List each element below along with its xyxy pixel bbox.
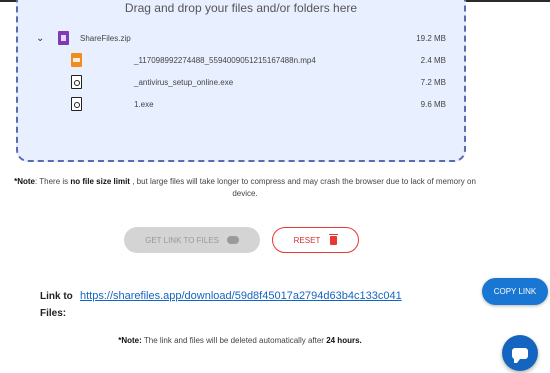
exe-file-icon [71,97,82,111]
get-link-button[interactable]: GET LINK TO FILES [124,227,260,253]
note2-bold: 24 hours. [326,336,362,345]
note-prefix: *Note [14,177,35,186]
chat-bubble-icon [512,347,528,363]
get-link-label: GET LINK TO FILES [145,235,219,245]
file-dropzone[interactable]: Drag and drop your files and/or folders … [16,0,466,162]
note-text2: , but large files will take longer to co… [129,177,476,198]
dropzone-prompt: Drag and drop your files and/or folders … [124,1,358,15]
file-size: 9.6 MB [420,100,446,109]
note2-text: The link and files will be deleted autom… [141,336,327,345]
file-name: 1.exe [134,100,154,109]
chevron-down-icon[interactable]: ⌄ [36,33,44,44]
copy-link-button[interactable]: COPY LINK [482,278,548,305]
reset-button[interactable]: RESET [272,227,359,253]
link-label-line2: Files: [40,308,67,319]
reset-label: RESET [293,235,321,245]
cloud-upload-icon [226,236,239,244]
zip-name: ShareFiles.zip [80,34,131,43]
trash-icon [329,233,339,245]
file-row[interactable]: 1.exe 9.6 MB [18,95,464,115]
file-name: _117098992274488_5594009051215167488n.mp… [134,56,316,65]
zip-file-icon [58,31,69,45]
file-row[interactable]: _117098992274488_5594009051215167488n.mp… [18,51,464,71]
file-size: 2.4 MB [420,56,446,65]
exe-file-icon [71,75,82,89]
note2-prefix: *Note: [118,336,142,345]
note-bold: no file size limit [70,177,130,186]
link-label: Link to Files: [40,289,73,322]
file-size: 7.2 MB [420,78,446,87]
file-row[interactable]: _antivirus_setup_online.exe 7.2 MB [18,73,464,93]
note-text1: : There is [34,177,71,186]
link-label-line1: Link to [40,291,73,302]
expiry-note: *Note: The link and files will be delete… [0,336,480,345]
video-file-icon [71,53,82,67]
chat-button[interactable] [502,335,538,371]
zip-size: 19.2 MB [416,34,446,43]
file-name: _antivirus_setup_online.exe [134,78,234,87]
zip-row[interactable]: ⌄ ShareFiles.zip 19.2 MB [18,29,464,49]
size-limit-note: *Note: There is no file size limit , but… [10,176,480,200]
share-link[interactable]: https://sharefiles.app/download/59d8f450… [80,289,402,303]
